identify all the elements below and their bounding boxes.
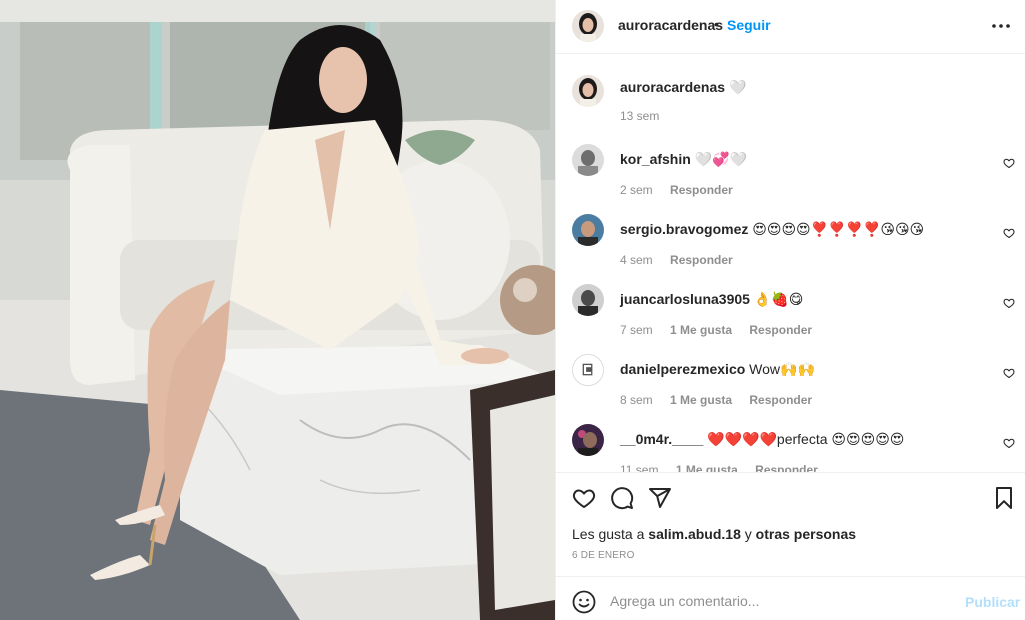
comment-username[interactable]: kor_afshin (620, 151, 691, 167)
emoji-icon[interactable] (572, 590, 596, 614)
comment-text: 👌🍓😋 (753, 291, 804, 307)
post-side-panel: auroracardenas • Seguir auroracardenas 🤍… (555, 0, 1025, 620)
post-actions: Les gusta a salim.abud.18 y otras person… (556, 472, 1025, 576)
comment-time[interactable]: 4 sem (620, 253, 653, 267)
comment-likes-count[interactable]: 1 Me gusta (670, 393, 732, 407)
comment-meta: 11 sem 1 Me gusta Responder (620, 463, 832, 472)
comment-row: kor_afshin 🤍💞🤍 2 sem Responder (556, 144, 1025, 214)
share-icon[interactable] (648, 486, 672, 510)
commenter-avatar[interactable] (572, 214, 604, 246)
commenter-avatar[interactable] (572, 144, 604, 176)
comment-row: __0m4r.____ ❤️❤️❤️❤️perfecta 😍😍😍😍😍 11 se… (556, 424, 1025, 472)
reply-button[interactable]: Responder (749, 323, 812, 337)
more-options-icon[interactable] (990, 16, 1012, 36)
comment-line: __0m4r.____ ❤️❤️❤️❤️perfecta 😍😍😍😍😍 (620, 431, 904, 448)
caption-text: 🤍 (728, 79, 747, 95)
follow-button[interactable]: Seguir (727, 17, 771, 33)
comment-like-heart-icon[interactable] (1003, 367, 1015, 379)
caption-time[interactable]: 13 sem (620, 109, 659, 123)
comment-time[interactable]: 11 sem (620, 463, 658, 472)
caption-username[interactable]: auroracardenas (620, 79, 725, 95)
comment-composer: Publicar (556, 576, 1025, 620)
comment-text: ❤️❤️❤️❤️perfecta 😍😍😍😍😍 (707, 431, 905, 447)
comments-list[interactable]: auroracardenas 🤍 13 sem kor_afshin 🤍💞🤍 2… (556, 55, 1025, 472)
comment-meta: 2 sem Responder (620, 183, 747, 197)
commenter-avatar[interactable] (572, 354, 604, 386)
likes-prefix: Les gusta a (572, 526, 649, 542)
comment-username[interactable]: juancarlosluna3905 (620, 291, 750, 307)
comment-row: danielperezmexico Wow🙌🙌 8 sem 1 Me gusta… (556, 354, 1025, 424)
comment-line: sergio.bravogomez 😍😍😍😍❣️❣️❣️❣️😘😘😘 (620, 221, 924, 238)
publish-button[interactable]: Publicar (965, 594, 1020, 610)
comment-text: Wow🙌🙌 (749, 361, 815, 377)
comment-text: 😍😍😍😍❣️❣️❣️❣️😘😘😘 (752, 221, 925, 237)
comment-input[interactable] (610, 588, 950, 614)
commenter-avatar[interactable] (572, 424, 604, 456)
heart-icon[interactable] (572, 486, 596, 510)
reply-button[interactable]: Responder (755, 463, 818, 472)
reply-button[interactable]: Responder (670, 183, 733, 197)
comment-meta: 7 sem 1 Me gusta Responder (620, 323, 826, 337)
comment-icon[interactable] (610, 486, 634, 510)
comment-line: juancarlosluna3905 👌🍓😋 (620, 291, 803, 308)
post-photo[interactable] (0, 0, 555, 620)
reply-button[interactable]: Responder (670, 253, 733, 267)
post-header: auroracardenas • Seguir (556, 0, 1025, 54)
likes-user[interactable]: salim.abud.18 (648, 526, 741, 542)
comment-text: 🤍💞🤍 (694, 151, 747, 167)
likes-summary: Les gusta a salim.abud.18 y otras person… (572, 526, 856, 542)
bookmark-icon[interactable] (992, 486, 1016, 510)
separator-dot: • (714, 16, 719, 32)
comment-like-heart-icon[interactable] (1003, 297, 1015, 309)
comment-row: sergio.bravogomez 😍😍😍😍❣️❣️❣️❣️😘😘😘 4 sem … (556, 214, 1025, 284)
caption-line: auroracardenas 🤍 (620, 79, 746, 96)
comment-like-heart-icon[interactable] (1003, 227, 1015, 239)
caption-avatar[interactable] (572, 75, 604, 107)
caption-meta: 13 sem (620, 109, 673, 123)
comment-line: danielperezmexico Wow🙌🙌 (620, 361, 815, 378)
post-date[interactable]: 6 DE ENERO (572, 550, 635, 561)
comment-likes-count[interactable]: 1 Me gusta (670, 323, 732, 337)
comment-line: kor_afshin 🤍💞🤍 (620, 151, 747, 168)
comment-time[interactable]: 2 sem (620, 183, 653, 197)
comment-username[interactable]: __0m4r.____ (620, 431, 703, 447)
comment-row: juancarlosluna3905 👌🍓😋 7 sem 1 Me gusta … (556, 284, 1025, 354)
author-username[interactable]: auroracardenas (618, 17, 723, 33)
comment-likes-count[interactable]: 1 Me gusta (676, 463, 738, 472)
comment-time[interactable]: 8 sem (620, 393, 653, 407)
comment-username[interactable]: danielperezmexico (620, 361, 745, 377)
likes-and: y (740, 526, 756, 542)
commenter-avatar[interactable] (572, 284, 604, 316)
post-image (0, 0, 555, 620)
caption-row: auroracardenas 🤍 13 sem (556, 75, 1025, 145)
comment-like-heart-icon[interactable] (1003, 157, 1015, 169)
comment-username[interactable]: sergio.bravogomez (620, 221, 748, 237)
comment-time[interactable]: 7 sem (620, 323, 653, 337)
comment-like-heart-icon[interactable] (1003, 437, 1015, 449)
likes-others[interactable]: otras personas (756, 526, 856, 542)
reply-button[interactable]: Responder (749, 393, 812, 407)
comment-meta: 8 sem 1 Me gusta Responder (620, 393, 826, 407)
author-avatar[interactable] (572, 10, 604, 42)
comment-meta: 4 sem Responder (620, 253, 747, 267)
